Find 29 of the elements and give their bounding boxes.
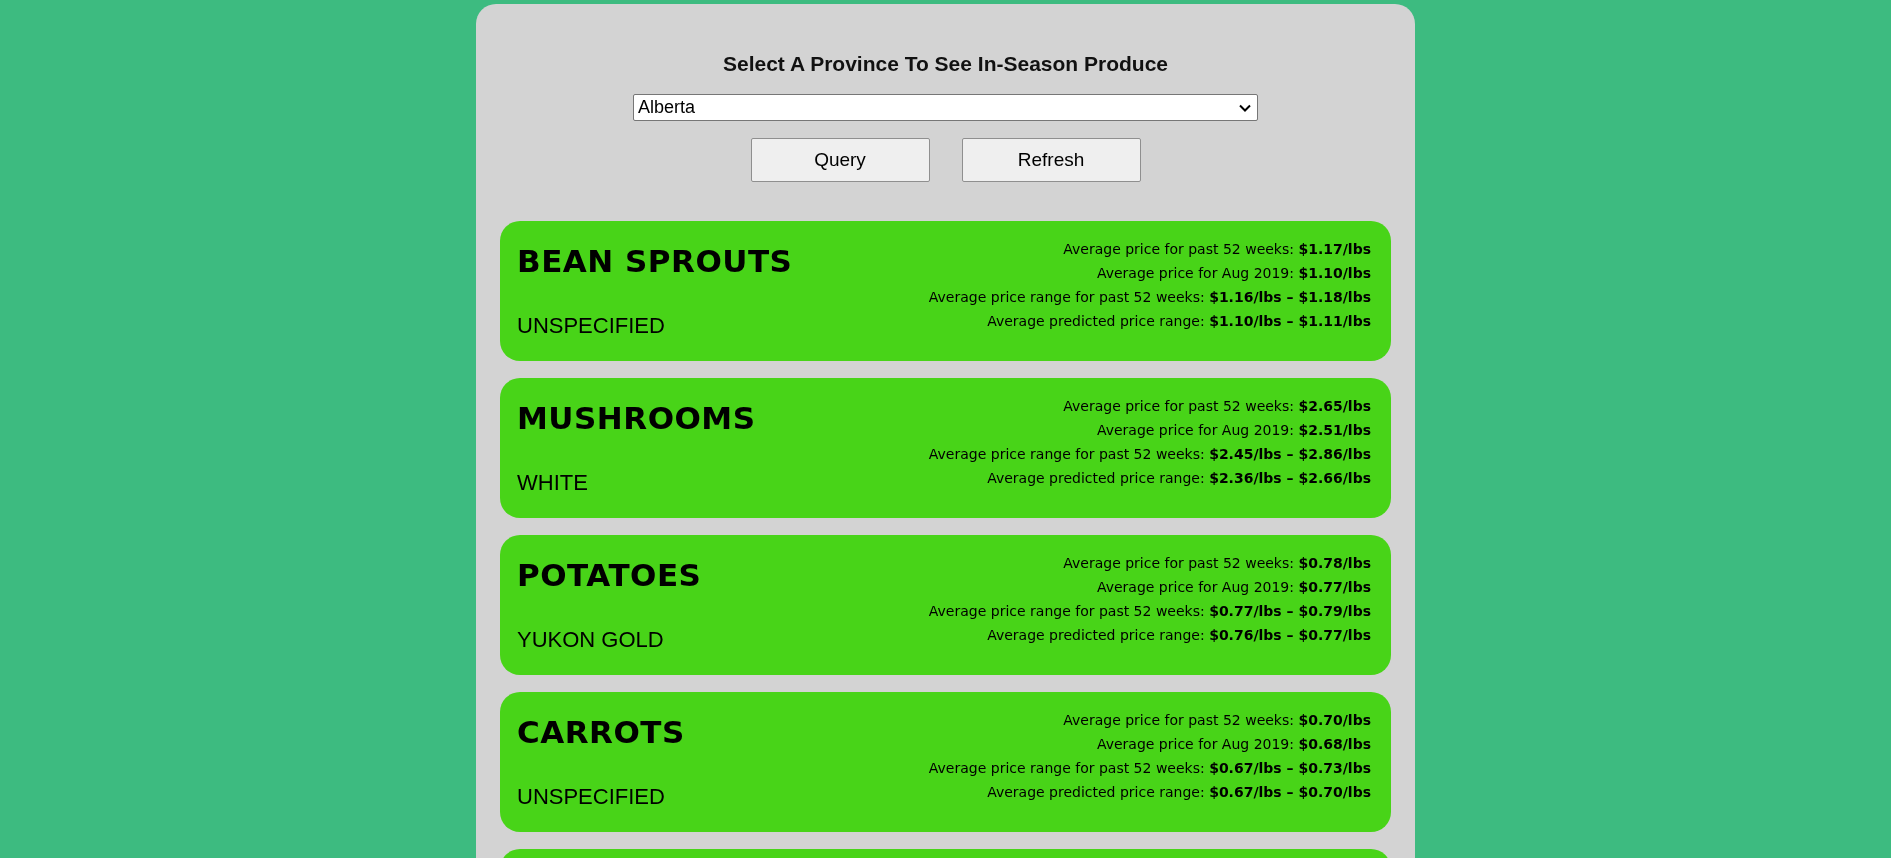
price-line: Average predicted price range: $1.10/lbs – $1.11/lbs [987,313,1371,329]
province-dropdown[interactable]: Alberta [633,94,1258,121]
page-heading: Select A Province To See In-Season Produce [723,52,1168,76]
produce-name: CARROTS [517,714,685,750]
produce-name: MUSHROOMS [517,400,756,436]
price-line: Average price range for past 52 weeks: $0.67/lbs – $0.73/lbs [928,760,1371,776]
price-line: Average price range for past 52 weeks: $2.45/lbs – $2.86/lbs [928,446,1371,462]
price-line: Average predicted price range: $0.76/lbs – $0.77/lbs [987,627,1371,643]
action-button[interactable]: Query [750,138,930,182]
price-line: Average price for past 52 weeks: $1.17/lbs [1063,241,1371,257]
produce-name: BEAN SPROUTS [517,243,793,279]
price-line: Average price range for past 52 weeks: $1.16/lbs – $1.18/lbs [928,289,1371,305]
produce-name: POTATOES [517,557,702,593]
price-line: Average price for past 52 weeks: $0.78/lbs [1063,555,1371,571]
produce-variety: UNSPECIFIED [517,313,666,339]
price-line: Average price for Aug 2019: $2.51/lbs [1096,422,1371,438]
produce-variety: WHITE [517,470,589,496]
price-line: Average price range for past 52 weeks: $0.77/lbs – $0.79/lbs [928,603,1371,619]
price-line: Average predicted price range: $0.67/lbs – $0.70/lbs [987,784,1371,800]
chevron-icon [1239,103,1251,112]
price-line: Average price for Aug 2019: $1.10/lbs [1096,265,1371,281]
price-line: Average price for Aug 2019: $0.68/lbs [1096,736,1371,752]
action-button[interactable]: Refresh [961,138,1141,182]
produce-variety: YUKON GOLD [517,627,665,653]
price-line: Average predicted price range: $2.36/lbs – $2.66/lbs [987,470,1371,486]
price-line: Average price for Aug 2019: $0.77/lbs [1096,579,1371,595]
produce-variety: UNSPECIFIED [517,784,666,810]
price-line: Average price for past 52 weeks: $2.65/lbs [1063,398,1371,414]
price-line: Average price for past 52 weeks: $0.70/lbs [1063,712,1371,728]
